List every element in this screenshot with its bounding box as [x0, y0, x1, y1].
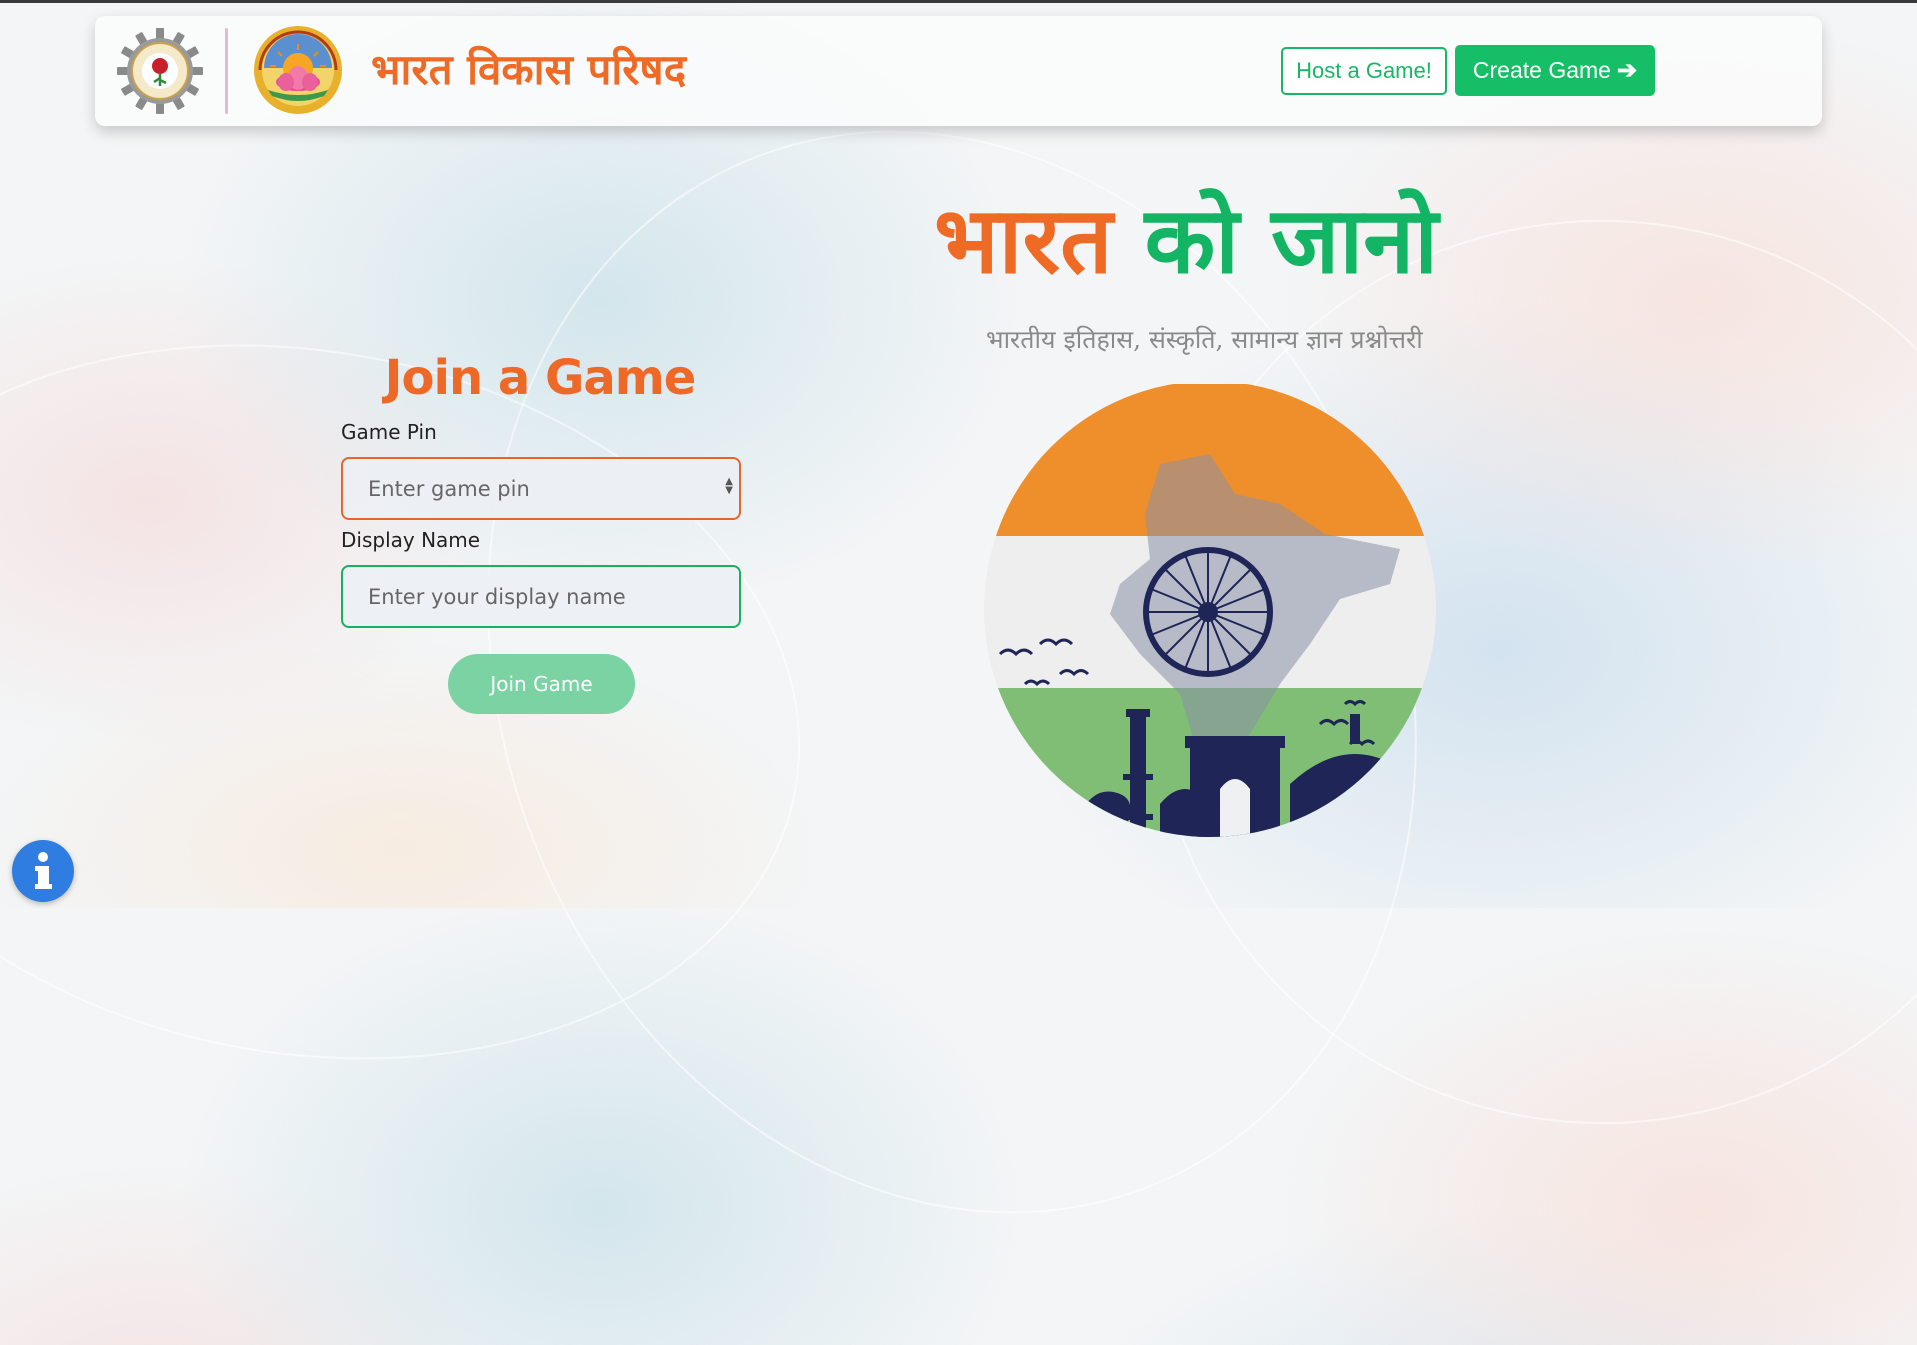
join-game-heading: Join a Game — [384, 350, 697, 406]
create-game-button[interactable]: Create Game ➔ — [1455, 45, 1655, 96]
create-game-label: Create Game — [1472, 57, 1611, 83]
institute-gear-logo[interactable] — [117, 28, 203, 114]
arrow-right-icon: ➔ — [1616, 57, 1638, 84]
display-name-input[interactable]: Enter your display name — [341, 565, 741, 628]
navbar: भारत विकास परिषद Host a Game! Create Gam… — [95, 16, 1822, 126]
hero-title-part1: भारत — [934, 187, 1113, 294]
game-pin-label: Game Pin — [341, 420, 437, 444]
hero-title-part2: को जानो — [1144, 187, 1439, 294]
bvp-lotus-emblem-logo[interactable] — [248, 24, 348, 116]
info-icon — [35, 852, 52, 889]
host-game-button[interactable]: Host a Game! — [1281, 47, 1447, 95]
brand-title: भारत विकास परिषद — [371, 45, 687, 94]
join-game-button[interactable]: Join Game — [448, 654, 635, 714]
browser-top-border — [0, 0, 1917, 3]
game-pin-placeholder: Enter game pin — [368, 476, 530, 501]
info-button[interactable] — [12, 840, 74, 902]
hero-subtitle: भारतीय इतिहास, संस्कृति, सामान्य ज्ञान प… — [986, 325, 1423, 354]
game-pin-input[interactable]: Enter game pin ▲ ▼ — [341, 457, 741, 520]
india-flag-monuments-illustration — [984, 384, 1436, 837]
hero-title: भारत को जानो — [934, 190, 1438, 291]
logo-divider — [225, 28, 228, 114]
display-name-label: Display Name — [341, 528, 481, 552]
display-name-placeholder: Enter your display name — [368, 584, 626, 609]
number-spinner-icon[interactable]: ▲ ▼ — [725, 477, 733, 496]
